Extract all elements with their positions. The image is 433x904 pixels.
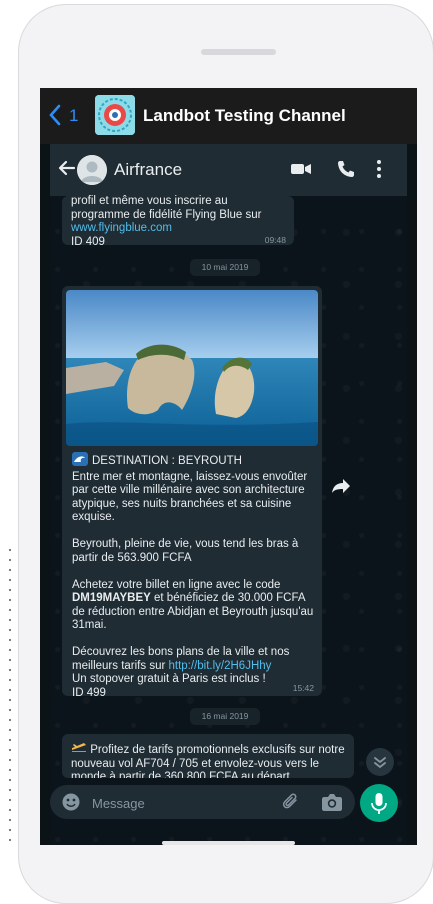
message-input[interactable] [90,789,274,817]
paperclip-icon[interactable] [282,793,300,816]
home-indicator [162,841,295,845]
arrow-left-icon[interactable] [56,157,78,179]
message-title: DESTINATION : BEYROUTH [92,454,242,467]
message-text: Profitez de tarifs promotionnels exclusi… [71,743,345,778]
mic-icon [371,793,387,814]
message-link[interactable]: www.flyingblue.com [71,222,291,236]
contact-avatar[interactable] [77,155,107,185]
phone-icon[interactable] [336,159,356,184]
date-separator: 10 mai 2019 [190,259,260,276]
video-icon[interactable] [290,160,312,183]
message-bubble[interactable]: profil et même vous inscrire au programm… [62,195,294,248]
channel-title: Landbot Testing Channel [143,106,346,125]
camera-icon[interactable] [322,793,342,816]
airplane-emoji-icon [71,743,90,756]
landbot-avatar [95,95,135,135]
emoji-icon[interactable] [62,793,80,816]
chevron-double-down-icon [374,757,386,769]
wave-emoji-icon [72,452,88,471]
message-bubble[interactable]: Profitez de tarifs promotionnels exclusi… [62,734,354,778]
image-message-bubble[interactable]: DESTINATION : BEYROUTH Entre mer et mont… [62,286,322,699]
mic-button[interactable] [360,784,398,822]
chevron-left-icon[interactable] [48,104,62,130]
message-image[interactable] [66,290,318,446]
scroll-down-button[interactable] [366,748,394,776]
phone-screen: 1 Landbot Testing Channel Airfrance prof… [40,88,417,845]
landbot-header: 1 Landbot Testing Channel [40,88,417,144]
forward-icon[interactable] [331,478,351,499]
date-separator: 16 mai 2019 [190,708,260,725]
message-time: 15:42 [292,683,314,693]
dotted-decoration [7,545,13,845]
back-count[interactable]: 1 [69,106,78,126]
contact-name[interactable]: Airfrance [114,160,182,180]
promo-code: DM19MAYBEY [72,592,151,604]
message-link[interactable]: http://bit.ly/2H6JHhy [169,660,272,672]
message-composer [50,785,355,819]
message-time: 09:48 [264,235,286,245]
message-text: DESTINATION : BEYROUTH Entre mer et mont… [72,452,316,700]
phone-speaker [201,49,276,55]
more-vert-icon[interactable] [376,158,382,185]
message-text: profil et même vous inscrire au programm… [71,195,291,249]
whatsapp-header: Airfrance [50,144,407,196]
